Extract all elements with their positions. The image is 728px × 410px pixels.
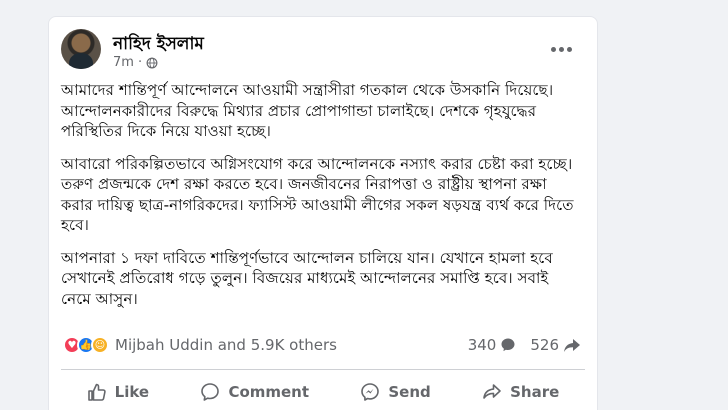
- share-arrow-icon: [564, 339, 580, 352]
- post-paragraph-2: আবারো পরিকল্পিতভাবে অগ্নিসংযোগ করে আন্দো…: [61, 154, 574, 235]
- page-background-right: [598, 0, 728, 410]
- send-label: Send: [388, 383, 431, 401]
- post-paragraph-3: আপনারা ১ দফা দাবিতে শান্তিপূর্ণভাবে আন্দ…: [61, 248, 553, 308]
- more-options-icon[interactable]: [547, 37, 575, 61]
- post-time[interactable]: 7m: [113, 55, 134, 70]
- share-icon: [483, 384, 501, 399]
- care-reaction-icon[interactable]: ☺: [91, 336, 109, 354]
- messenger-icon: [361, 383, 380, 401]
- thumbs-up-icon: [87, 383, 106, 401]
- reaction-summary[interactable]: Mijbah Uddin and 5.9K others: [115, 336, 337, 354]
- reactions-bar: ♥ 👍 ☺ Mijbah Uddin and 5.9K others 340 5…: [63, 333, 581, 357]
- engagement-counts: 340 526: [468, 336, 581, 354]
- comment-label: Comment: [228, 383, 310, 401]
- like-label: Like: [114, 383, 150, 401]
- author-avatar[interactable]: [61, 29, 101, 69]
- comment-button[interactable]: Comment: [188, 376, 321, 408]
- share-button[interactable]: Share: [470, 376, 571, 408]
- share-count[interactable]: 526: [530, 336, 581, 354]
- post-card: নাহিদ ইসলাম 7m · আমাদের শান্তিপূর্ণ আন্দ…: [48, 16, 598, 410]
- like-button[interactable]: Like: [75, 376, 161, 408]
- post-actions: Like Comment Send Share: [61, 374, 585, 410]
- post-paragraph-1: আমাদের শান্তিপূর্ণ আন্দোলনে আওয়ামী সন্ত…: [61, 81, 554, 140]
- send-button[interactable]: Send: [348, 376, 442, 408]
- comment-count-value: 340: [467, 336, 497, 354]
- share-count-value: 526: [530, 336, 559, 354]
- comment-bubble-icon: [501, 338, 515, 352]
- meta-separator: ·: [137, 55, 143, 70]
- globe-icon[interactable]: [146, 57, 158, 69]
- share-label: Share: [510, 383, 560, 401]
- post-meta: 7m ·: [113, 55, 158, 70]
- actions-divider: [61, 369, 585, 370]
- comment-count[interactable]: 340: [468, 336, 517, 354]
- post-header: নাহিদ ইসলাম 7m ·: [61, 29, 585, 77]
- comment-icon: [201, 383, 220, 401]
- reaction-icons[interactable]: ♥ 👍 ☺: [63, 336, 109, 354]
- post-body: আমাদের শান্তিপূর্ণ আন্দোলনে আওয়ামী সন্ত…: [61, 80, 577, 321]
